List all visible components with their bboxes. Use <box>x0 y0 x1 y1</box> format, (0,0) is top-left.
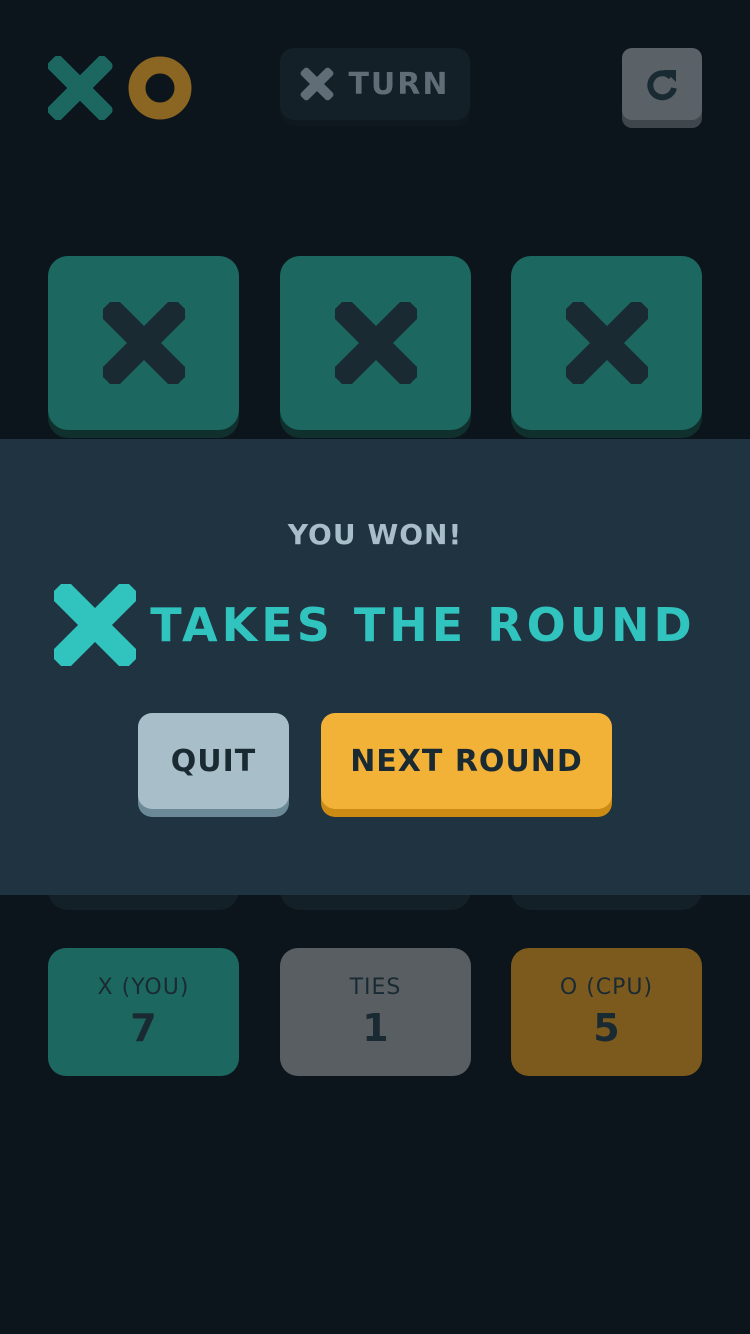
score-value: 5 <box>593 1005 620 1050</box>
score-label: TIES <box>349 974 402 1000</box>
score-label: O (CPU) <box>559 974 654 1000</box>
board-cell-2[interactable] <box>280 256 471 430</box>
restart-button[interactable] <box>622 48 702 120</box>
logo-x-icon <box>47 55 192 121</box>
score-label: X (YOU) <box>97 974 190 1000</box>
result-headline: TAKES THE ROUND <box>0 583 750 667</box>
turn-indicator: TURN <box>280 48 470 120</box>
headline-text: TAKES THE ROUND <box>150 598 696 652</box>
logo-o-icon <box>128 56 192 120</box>
score-value: 7 <box>130 1005 157 1050</box>
result-subtitle: YOU WON! <box>287 518 463 551</box>
x-icon <box>54 584 137 666</box>
score-value: 1 <box>362 1005 389 1050</box>
x-mark-icon <box>334 302 417 384</box>
x-mark-icon <box>102 302 185 384</box>
quit-button[interactable]: QUIT <box>138 713 289 809</box>
board-cell-3[interactable] <box>511 256 702 430</box>
score-x: X (YOU) 7 <box>48 948 239 1076</box>
score-o: O (CPU) 5 <box>511 948 702 1076</box>
turn-label: TURN <box>348 66 450 102</box>
board-cell-1[interactable] <box>48 256 239 430</box>
x-mark-icon <box>565 302 648 384</box>
app-logo <box>47 55 194 121</box>
score-ties: TIES 1 <box>280 948 471 1076</box>
result-modal <box>0 439 750 895</box>
x-icon <box>301 67 334 101</box>
restart-icon <box>647 70 677 101</box>
next-round-button[interactable]: NEXT ROUND <box>321 713 612 809</box>
